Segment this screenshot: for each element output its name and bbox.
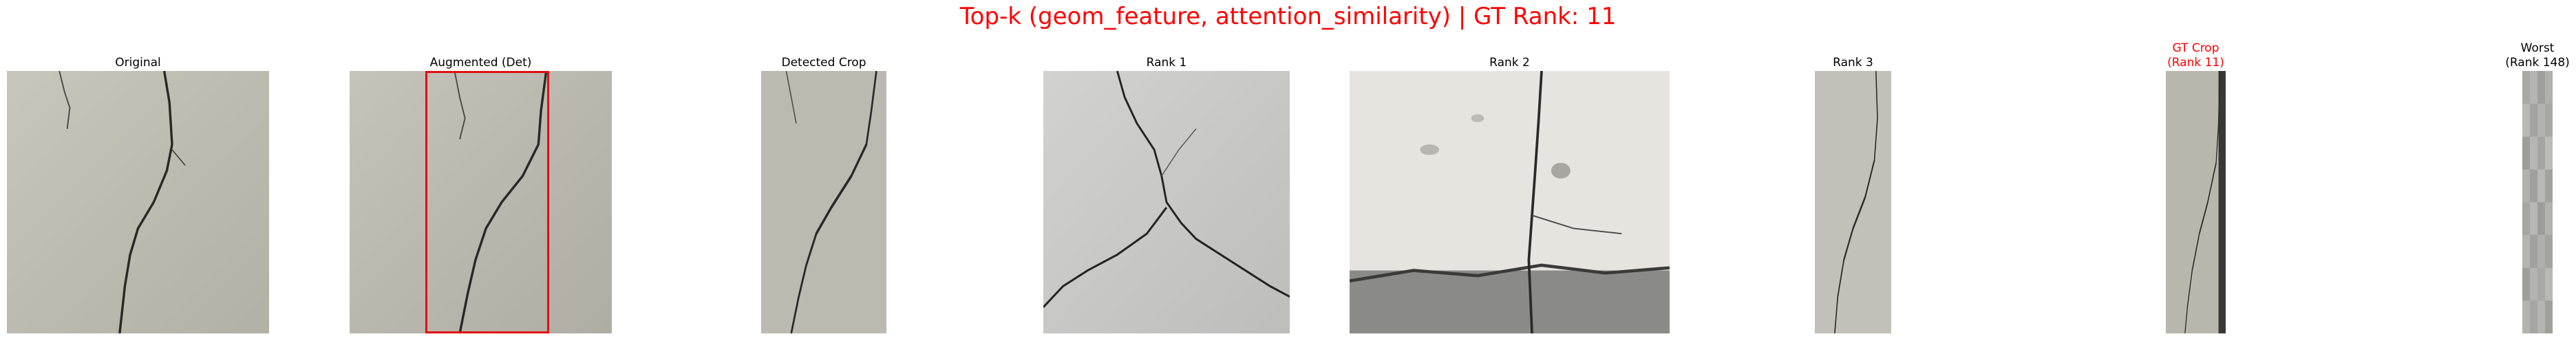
- panel-gt-crop: GT Crop (Rank 11): [2166, 0, 2226, 341]
- panel-title-rank-1: Rank 1: [1146, 56, 1187, 70]
- panel-augmented: Augmented (Det): [350, 0, 612, 341]
- panel-title-original: Original: [115, 56, 161, 70]
- augmented-image: [350, 71, 612, 333]
- panel-rank-2: Rank 2: [1350, 0, 1670, 341]
- panel-title-rank-2: Rank 2: [1489, 56, 1530, 70]
- panel-original: Original: [7, 0, 269, 341]
- rank-1-image: [1043, 71, 1290, 333]
- panel-title-gt-crop: GT Crop (Rank 11): [2167, 41, 2224, 70]
- original-image: [7, 71, 269, 333]
- detected-crop-image: [761, 71, 886, 333]
- panel-title-rank-3: Rank 3: [1833, 56, 1873, 70]
- rank-2-image: [1350, 71, 1670, 333]
- panel-rank-3: Rank 3: [1815, 0, 1891, 341]
- panel-worst: Worst (Rank 148): [2505, 0, 2570, 341]
- panel-title-detected-crop: Detected Crop: [781, 56, 866, 70]
- gt-crop-image: [2166, 71, 2226, 333]
- panel-rank-1: Rank 1: [1043, 0, 1290, 341]
- panel-detected-crop: Detected Crop: [761, 0, 886, 341]
- panel-title-augmented: Augmented (Det): [429, 56, 532, 70]
- worst-image: [2522, 71, 2553, 333]
- detection-box: [425, 71, 549, 333]
- rank-3-image: [1815, 71, 1891, 333]
- panel-title-worst: Worst (Rank 148): [2505, 41, 2570, 70]
